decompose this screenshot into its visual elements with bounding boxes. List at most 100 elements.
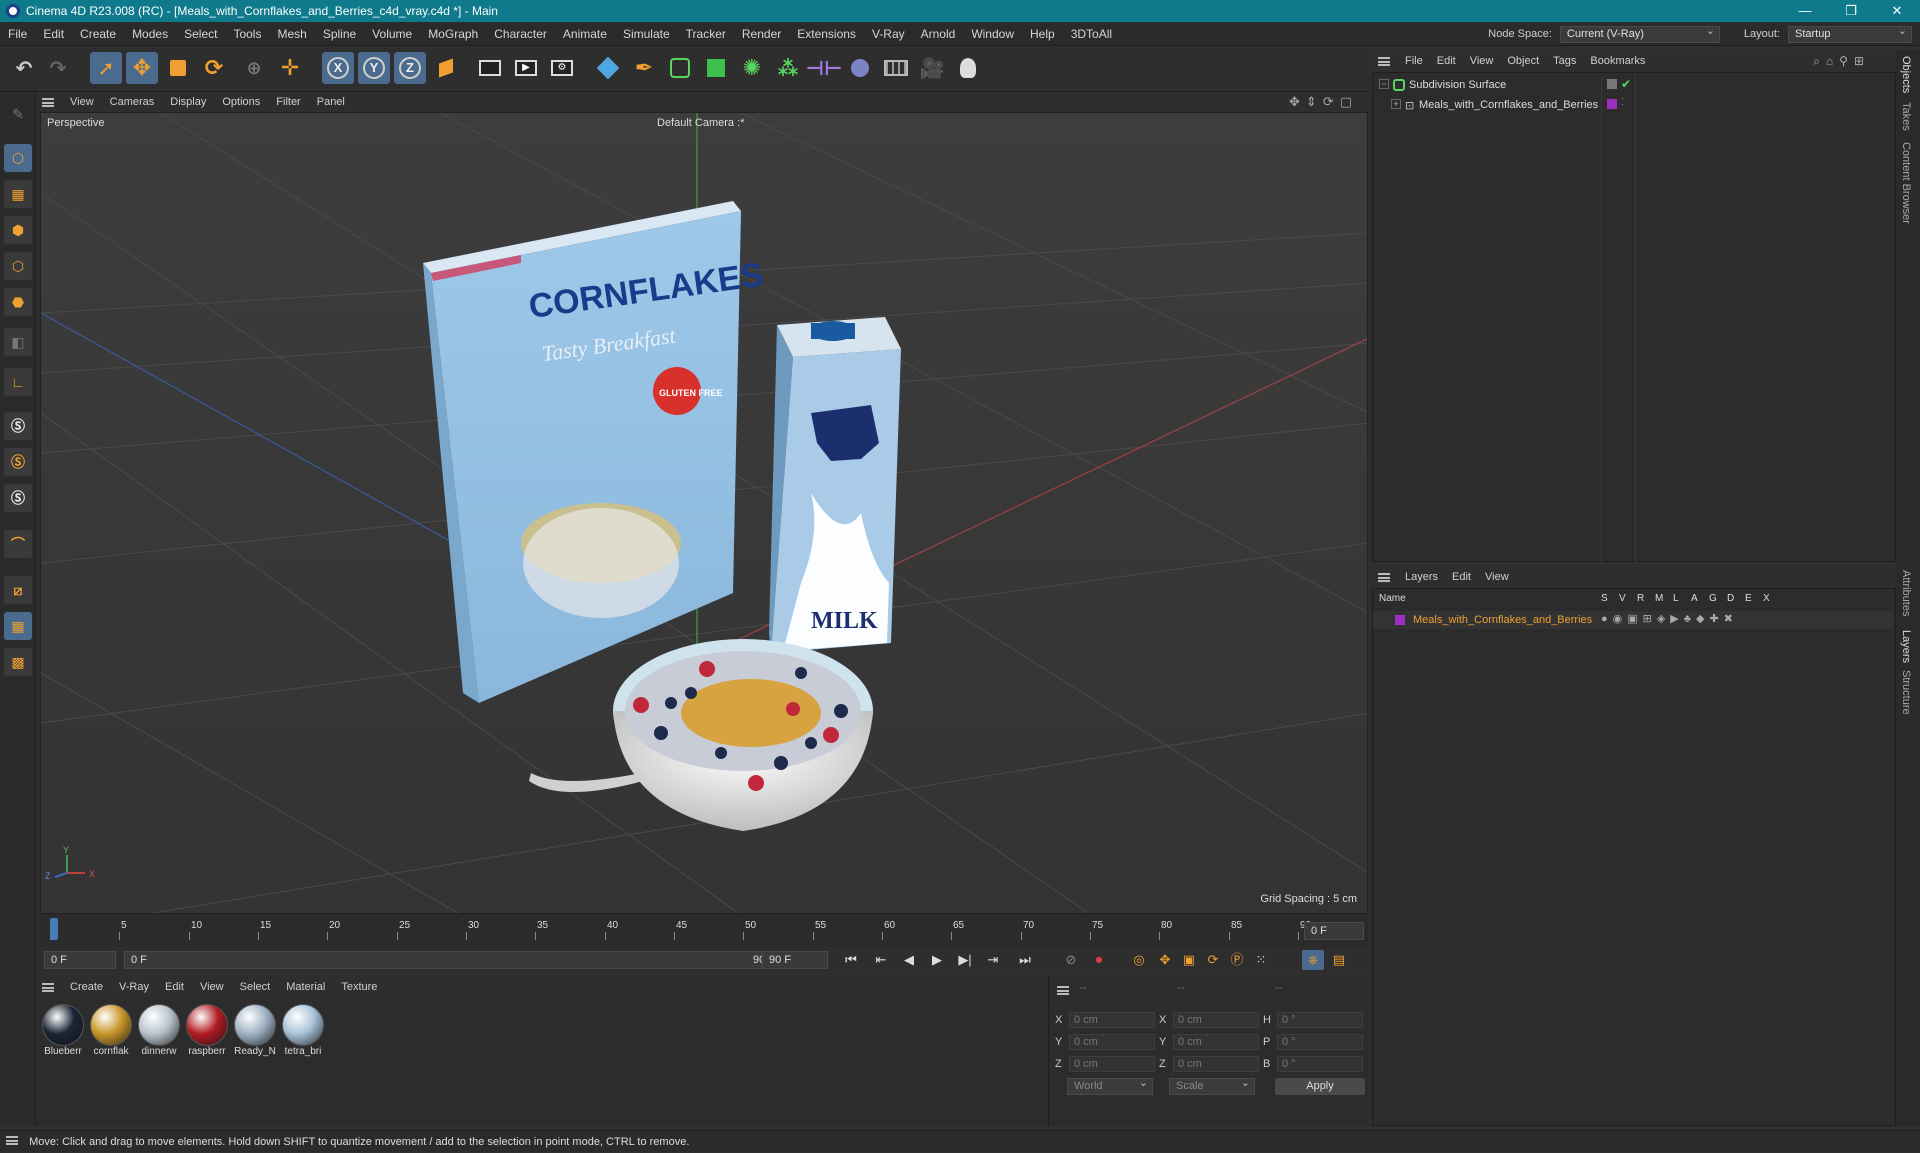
texture-mode-icon[interactable]: ▦ — [4, 180, 32, 208]
viewport-menu-panel[interactable]: Panel — [309, 96, 353, 108]
menu-3dtoall[interactable]: 3DToAll — [1063, 22, 1120, 46]
visibility-dots-icon[interactable]: ⁚ — [1621, 97, 1624, 108]
range-slider[interactable]: 0 F 90 F — [124, 951, 782, 969]
viewport-menu-view[interactable]: View — [62, 96, 102, 108]
menu-create[interactable]: Create — [72, 22, 124, 46]
pos-z-field[interactable]: 0 cm — [1069, 1056, 1155, 1072]
viewport-menu-filter[interactable]: Filter — [268, 96, 308, 108]
playhead[interactable] — [50, 918, 58, 940]
key-pla-icon[interactable]: ⁙ — [1250, 950, 1272, 970]
material-menu-icon[interactable] — [42, 982, 54, 992]
flag-locked[interactable]: L — [1673, 593, 1679, 604]
render-picture-viewer-icon[interactable]: ▶ — [510, 52, 542, 84]
object-row-subdivision[interactable]: − Subdivision Surface ✔ — [1373, 77, 1893, 567]
key-parameter-icon[interactable]: Ⓟ — [1226, 950, 1248, 970]
edges-mode-icon[interactable]: ⬡ — [4, 252, 32, 280]
material-swatch[interactable]: tetra_bri — [280, 1004, 326, 1057]
mat-menu-texture[interactable]: Texture — [333, 981, 385, 993]
keyframe-selection-icon[interactable]: ◎ — [1128, 950, 1150, 970]
menu-help[interactable]: Help — [1022, 22, 1063, 46]
mat-menu-select[interactable]: Select — [232, 981, 279, 993]
viewport-menu-cameras[interactable]: Cameras — [102, 96, 163, 108]
viewport-nav-icons[interactable]: ✥⇕⟳▢ — [1289, 94, 1358, 110]
rot-b-field[interactable]: 0 ° — [1277, 1056, 1363, 1072]
menu-select[interactable]: Select — [176, 22, 225, 46]
snap-settings-icon[interactable]: Ⓢ — [4, 448, 32, 476]
close-button[interactable]: ✕ — [1874, 0, 1920, 22]
flag-generators[interactable]: G — [1709, 593, 1717, 604]
layer-flag-icons[interactable]: ●◉▣⊞◈▶♣◆✚✖ — [1601, 612, 1738, 625]
tab-takes[interactable]: Takes — [1900, 102, 1912, 131]
flag-expressions[interactable]: E — [1745, 593, 1752, 604]
object-row-meals[interactable]: + ⊡ Meals_with_Cornflakes_and_Berries ⁚ — [1373, 97, 1893, 115]
points-mode-icon[interactable]: ⬢ — [4, 216, 32, 244]
render-view-icon[interactable] — [474, 52, 506, 84]
menu-tools[interactable]: Tools — [225, 22, 269, 46]
field-icon[interactable] — [844, 52, 876, 84]
move-tool-icon[interactable]: ✥ — [126, 52, 158, 84]
key-rotation-icon[interactable]: ⟳ — [1202, 950, 1224, 970]
flag-manager[interactable]: M — [1655, 593, 1663, 604]
go-to-end-icon[interactable]: ⏭ — [1014, 950, 1036, 970]
coordinate-system-icon[interactable] — [430, 52, 462, 84]
key-scale-icon[interactable]: ▣ — [1178, 950, 1200, 970]
autokey-icon[interactable]: ⏺ — [1088, 950, 1110, 970]
next-key-icon[interactable]: ⇥ — [982, 950, 1004, 970]
menu-render[interactable]: Render — [734, 22, 789, 46]
expand-icon[interactable]: + — [1391, 99, 1401, 109]
record-off-icon[interactable]: ⊘ — [1060, 950, 1082, 970]
z-axis-lock-icon[interactable]: Z — [394, 52, 426, 84]
pos-y-field[interactable]: 0 cm — [1069, 1034, 1155, 1050]
menu-window[interactable]: Window — [963, 22, 1022, 46]
menu-character[interactable]: Character — [486, 22, 555, 46]
material-swatch[interactable]: Blueberr — [40, 1004, 86, 1057]
obj-search-icon[interactable]: ⌕⌂⚲⊞ — [1813, 54, 1870, 69]
spline-pen-icon[interactable]: ✒ — [628, 52, 660, 84]
menu-simulate[interactable]: Simulate — [615, 22, 678, 46]
flag-animation[interactable]: A — [1691, 593, 1698, 604]
status-menu-icon[interactable] — [6, 1136, 18, 1145]
enabled-check-icon[interactable]: ✔ — [1621, 77, 1631, 91]
material-swatch[interactable]: Ready_N — [232, 1004, 278, 1057]
rotate-tool-icon[interactable]: ⟳ — [198, 52, 230, 84]
apply-button[interactable]: Apply — [1275, 1078, 1365, 1095]
undo-icon[interactable]: ↶ — [8, 52, 40, 84]
menu-arnold[interactable]: Arnold — [913, 22, 964, 46]
paint-icon[interactable]: ✎ — [4, 100, 32, 128]
layer-menu-view[interactable]: View — [1478, 571, 1516, 583]
viewport-menu-display[interactable]: Display — [162, 96, 214, 108]
workplane-icon[interactable]: ⧄ — [4, 576, 32, 604]
tab-structure[interactable]: Structure — [1900, 670, 1912, 715]
menu-modes[interactable]: Modes — [124, 22, 176, 46]
cloner-icon[interactable]: ✺ — [736, 52, 768, 84]
collapse-icon[interactable]: − — [1379, 79, 1389, 89]
cube-object-icon[interactable] — [592, 52, 624, 84]
transform-icon[interactable]: ✛ — [274, 52, 306, 84]
tab-attributes[interactable]: Attributes — [1900, 570, 1912, 616]
next-frame-icon[interactable]: ▶| — [954, 950, 976, 970]
live-selection-icon[interactable]: ➚ — [90, 52, 122, 84]
menu-mesh[interactable]: Mesh — [269, 22, 314, 46]
scheme-icon[interactable]: ⎈ — [1302, 950, 1324, 970]
mograph-icon[interactable]: ⁂ — [772, 52, 804, 84]
model-mode-icon[interactable]: ⬡ — [4, 144, 32, 172]
rot-p-field[interactable]: 0 ° — [1277, 1034, 1363, 1050]
flag-solo[interactable]: S — [1601, 593, 1608, 604]
size-z-field[interactable]: 0 cm — [1173, 1056, 1259, 1072]
object-menu-icon[interactable] — [1378, 56, 1390, 66]
tab-objects[interactable]: Objects — [1900, 56, 1912, 93]
grid-plane-icon[interactable]: ▦ — [4, 612, 32, 640]
polygons-mode-icon[interactable]: ⬣ — [4, 288, 32, 316]
recent-tool-icon[interactable]: ⊕ — [238, 52, 270, 84]
flag-render[interactable]: R — [1637, 593, 1644, 604]
camera-icon[interactable]: 🎥 — [916, 52, 948, 84]
mat-menu-vray[interactable]: V-Ray — [111, 981, 157, 993]
obj-menu-tags[interactable]: Tags — [1546, 55, 1583, 67]
menu-vray[interactable]: V-Ray — [864, 22, 913, 46]
uv-mode-icon[interactable]: ◧ — [4, 328, 32, 356]
menu-edit[interactable]: Edit — [35, 22, 72, 46]
axis-mode-icon[interactable]: ∟ — [4, 368, 32, 396]
snap-icon[interactable]: Ⓢ — [4, 412, 32, 440]
material-swatch[interactable]: dinnerw — [136, 1004, 182, 1057]
layer-menu-icon[interactable] — [1378, 572, 1390, 582]
